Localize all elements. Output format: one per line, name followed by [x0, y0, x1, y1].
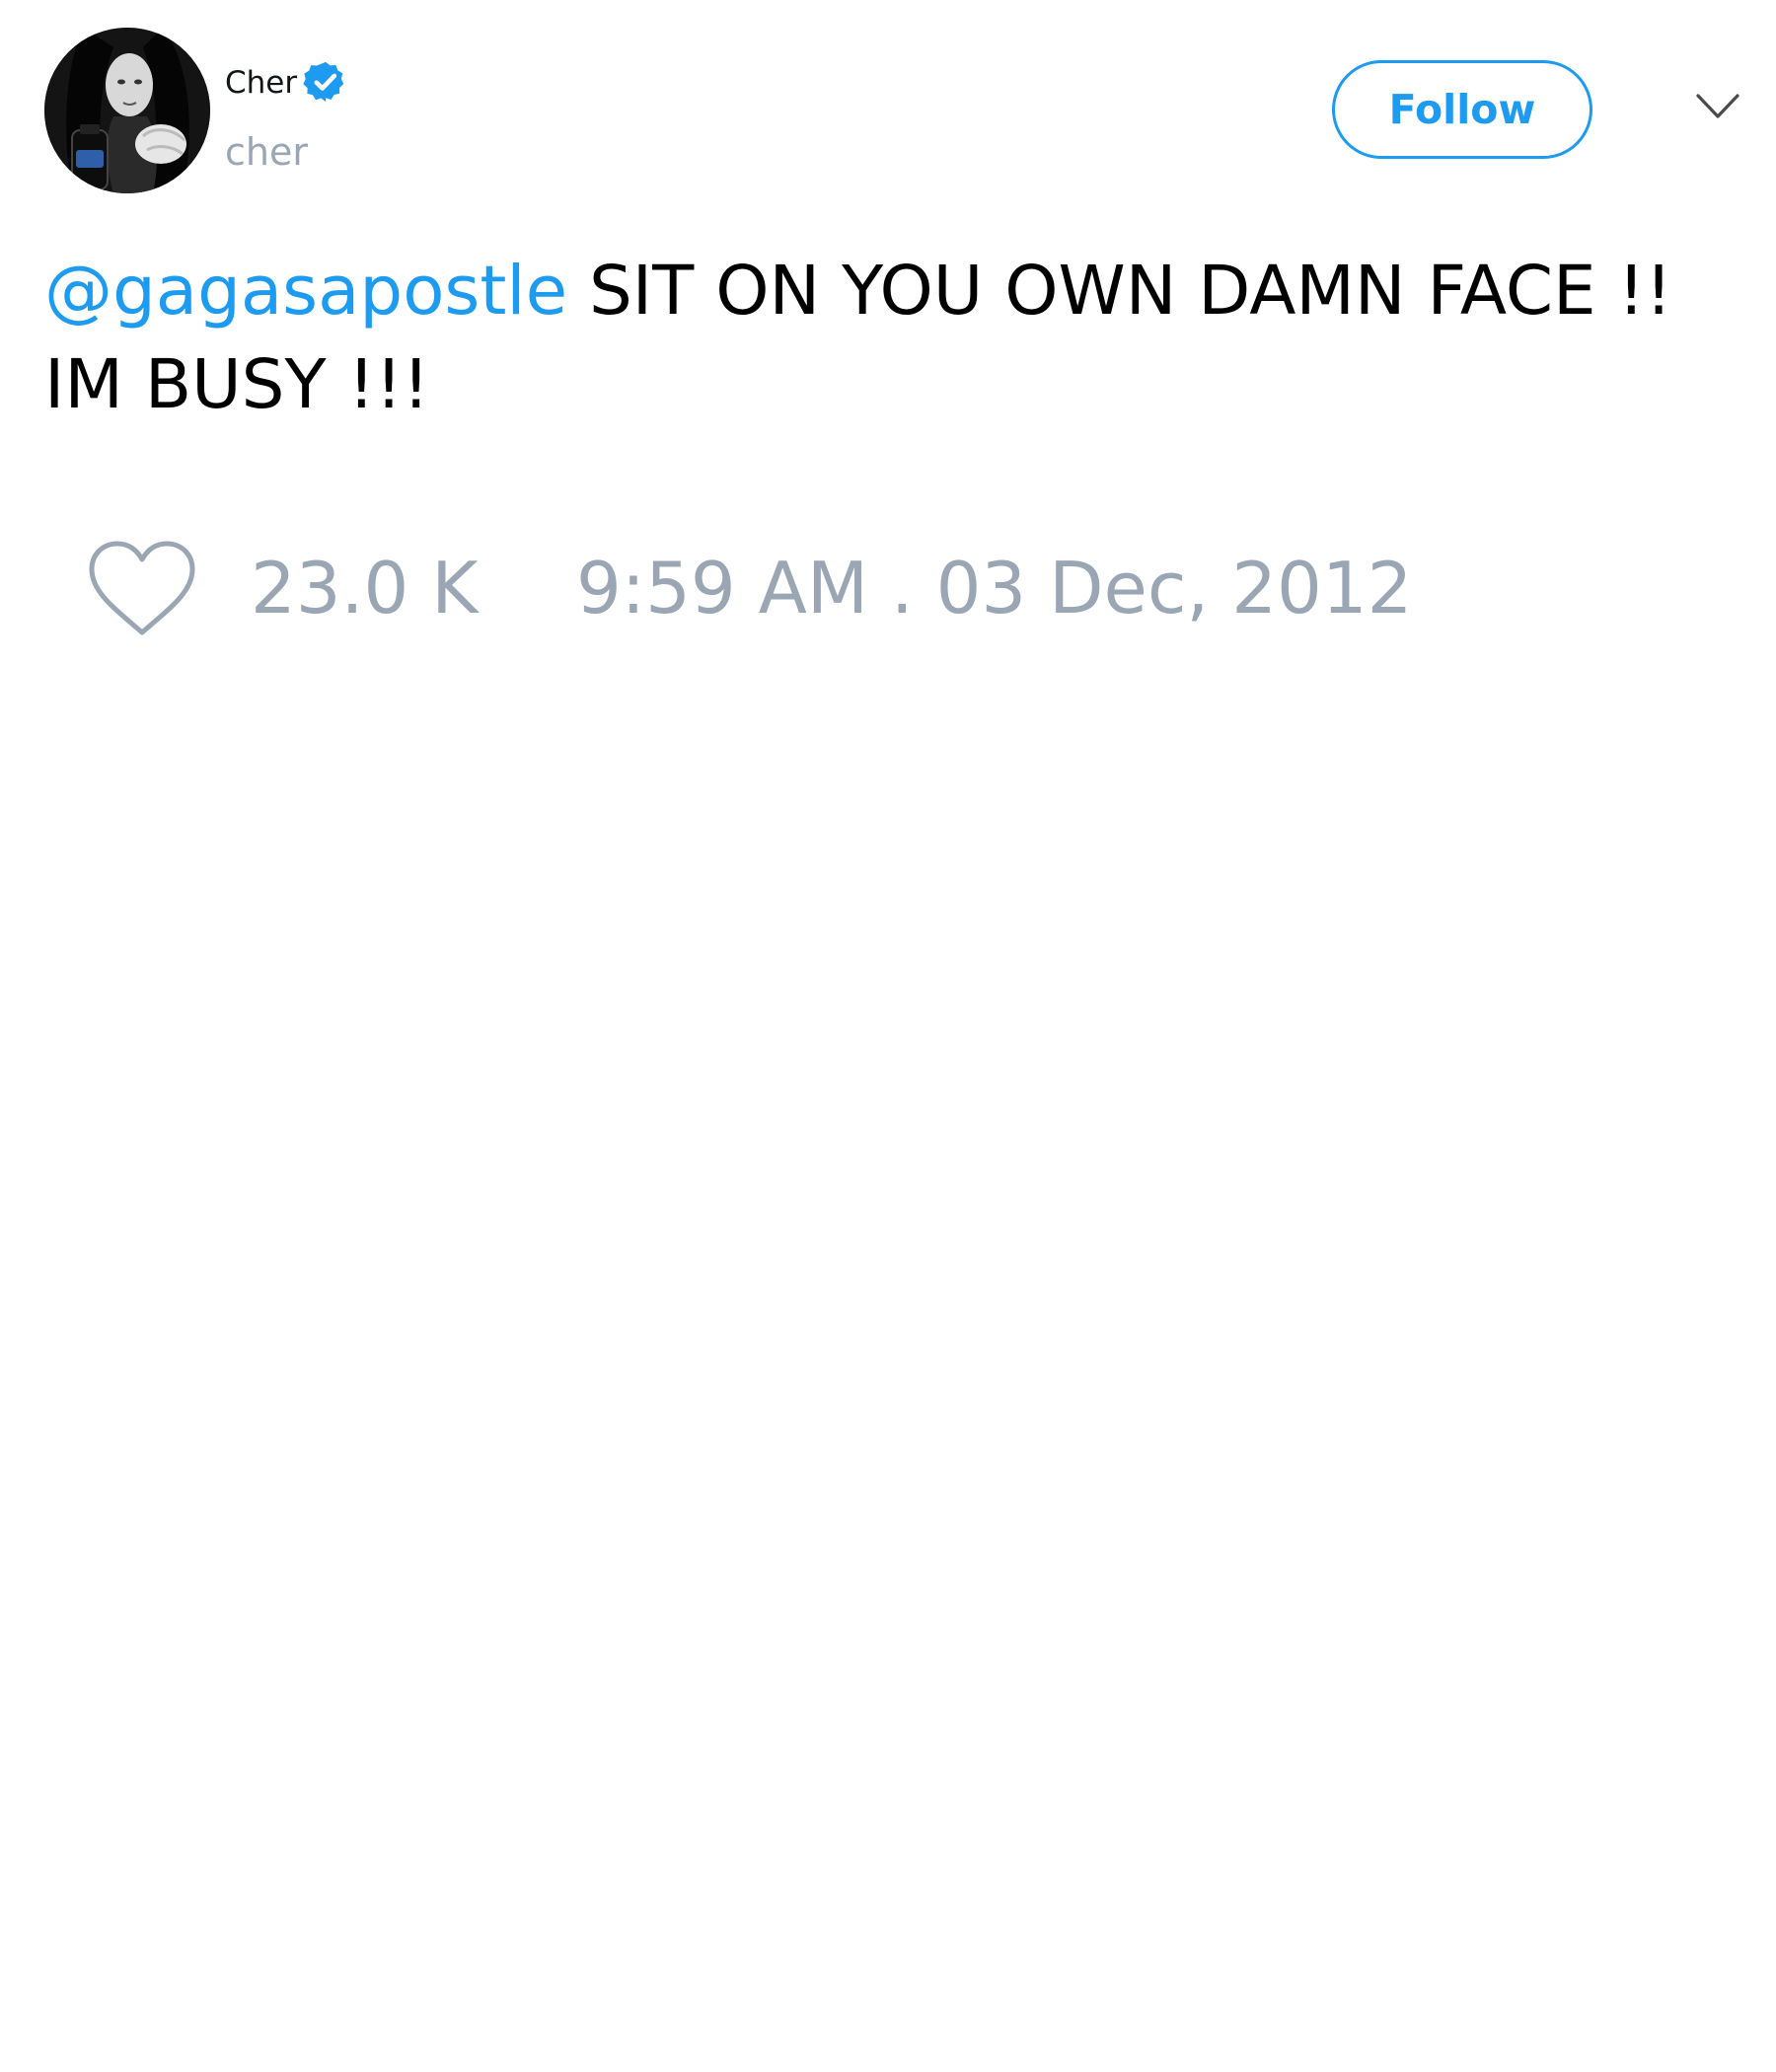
chevron-down-icon[interactable] [1695, 92, 1740, 121]
verified-badge-icon [303, 61, 344, 103]
mention-link[interactable]: @gagasapostle [44, 252, 567, 331]
avatar-image [44, 28, 210, 193]
timestamp[interactable]: 9:59 AM . 03 Dec, 2012 [576, 541, 1412, 635]
like-count: 23.0 K [251, 547, 479, 629]
heart-icon[interactable] [88, 540, 196, 638]
avatar[interactable] [44, 28, 210, 193]
display-name[interactable]: Cher [225, 63, 297, 103]
username-handle[interactable]: cher [225, 128, 308, 176]
follow-button[interactable]: Follow [1332, 60, 1592, 159]
tweet-text: @gagasapostle SIT ON YOU OWN DAMN FACE !… [44, 245, 1741, 432]
